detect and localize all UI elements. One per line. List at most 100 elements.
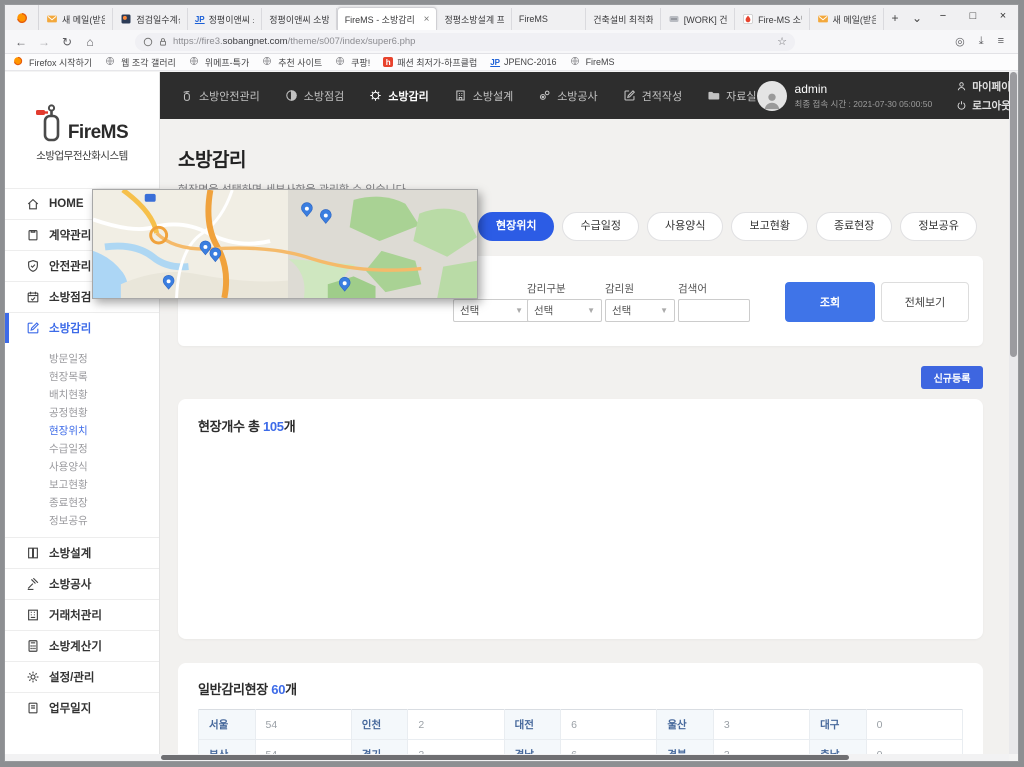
sidebar-subitem-종료현장[interactable]: 종료현장 bbox=[5, 493, 159, 511]
tab-pill-종료현장[interactable]: 종료현장 bbox=[816, 212, 892, 241]
reload-icon[interactable]: ↻ bbox=[59, 35, 75, 49]
browser-tab-3[interactable]: 정평이앤씨 소방안전 bbox=[262, 8, 336, 30]
building-card-icon bbox=[26, 608, 40, 622]
tab-label: 건축설비 최적화 시스 bbox=[593, 13, 652, 26]
tab-pill-사용양식[interactable]: 사용양식 bbox=[647, 212, 723, 241]
sidebar-item-소방감리[interactable]: 소방감리 bbox=[5, 312, 159, 343]
browser-tab-9[interactable]: Fire-MS 소방넷 bbox=[735, 8, 809, 30]
header-nav-소방공사[interactable]: 소방공사 bbox=[538, 88, 597, 104]
browser-tab-6[interactable]: FireMS bbox=[512, 8, 586, 30]
bookmark-item-7[interactable]: FireMS bbox=[570, 56, 615, 68]
sidebar-item-설정/관리[interactable]: 설정/관리 bbox=[5, 661, 159, 692]
header-nav-자료실[interactable]: 자료실 bbox=[707, 88, 756, 104]
sidebar-subitem-보고현황[interactable]: 보고현황 bbox=[5, 475, 159, 493]
new-tab-button[interactable]: + bbox=[884, 11, 906, 25]
filter-select-1[interactable]: 선택▼ bbox=[527, 299, 602, 322]
value-cell: 0 bbox=[866, 740, 962, 755]
header-nav-소방감리[interactable]: 소방감리 bbox=[369, 88, 428, 104]
browser-tab-8[interactable]: [WORK] 건축설비 bbox=[661, 8, 735, 30]
tab-pill-정보공유[interactable]: 정보공유 bbox=[900, 212, 976, 241]
filter-select-2[interactable]: 선택▼ bbox=[605, 299, 675, 322]
tab-pill-보고현황[interactable]: 보고현황 bbox=[731, 212, 807, 241]
search-button[interactable]: 조회 bbox=[785, 282, 875, 322]
sidebar-item-소방계산기[interactable]: 소방계산기 bbox=[5, 630, 159, 661]
header-nav-소방점검[interactable]: 소방점검 bbox=[285, 88, 344, 104]
gavel-icon bbox=[26, 577, 40, 591]
view-all-button[interactable]: 전체보기 bbox=[881, 282, 969, 322]
tab-bar: 새 메일(받은메일점검일수계산기JP정평이앤씨 소방정평이앤씨 소방안전Fire… bbox=[5, 5, 1018, 30]
app-logo[interactable]: FireMS 소방업무전산화시스템 bbox=[5, 72, 159, 188]
region-cell: 대전 bbox=[504, 710, 561, 740]
close-button[interactable]: × bbox=[988, 5, 1018, 27]
filter-select-0[interactable]: 선택▼ bbox=[453, 299, 530, 322]
browser-tab-2[interactable]: JP정평이앤씨 소방 bbox=[188, 8, 262, 30]
sidebar-subitem-수급일정[interactable]: 수급일정 bbox=[5, 439, 159, 457]
sidebar-subitem-공정현황[interactable]: 공정현황 bbox=[5, 403, 159, 421]
header-nav-견적작성[interactable]: 견적작성 bbox=[623, 88, 682, 104]
user-info[interactable]: admin 최종 접속 시간 : 2021-07-30 05:00:50 bbox=[757, 81, 933, 111]
globe-favicon bbox=[105, 56, 117, 68]
bookmark-item-6[interactable]: JPJPENC-2016 bbox=[490, 57, 556, 67]
avatar bbox=[757, 81, 787, 111]
pocket-icon[interactable]: ◎ bbox=[955, 35, 965, 48]
bookmark-item-0[interactable]: Firefox 시작하기 bbox=[13, 56, 92, 69]
sidebar-subitem-현장위치[interactable]: 현장위치 bbox=[5, 421, 159, 439]
vertical-scrollbar[interactable] bbox=[1009, 72, 1018, 754]
extinguisher-icon bbox=[180, 89, 193, 102]
sidebar-subitem-방문일정[interactable]: 방문일정 bbox=[5, 349, 159, 367]
new-register-button[interactable]: 신규등록 bbox=[921, 366, 983, 389]
sidebar-item-소방설계[interactable]: 소방설계 bbox=[5, 537, 159, 568]
firefox-icon[interactable] bbox=[5, 5, 39, 30]
table-row: 부산54경기2경남6경북3충남0 bbox=[199, 740, 963, 755]
browser-tab-0[interactable]: 새 메일(받은메일 bbox=[39, 8, 113, 30]
browser-tab-5[interactable]: 정평소방설계 프로그 bbox=[437, 8, 511, 30]
bookmark-item-4[interactable]: 쿠팡! bbox=[335, 56, 370, 69]
bookmark-item-1[interactable]: 웹 조각 갤러리 bbox=[105, 56, 176, 69]
header-nav-소방설계[interactable]: 소방설계 bbox=[454, 88, 513, 104]
minimize-button[interactable]: − bbox=[928, 5, 958, 27]
value-cell: 3 bbox=[713, 710, 809, 740]
browser-tab-4[interactable]: FireMS - 소방감리× bbox=[337, 7, 438, 30]
downloads-icon[interactable]: ⤓ bbox=[979, 35, 984, 48]
keyword-input[interactable] bbox=[678, 299, 750, 322]
bookmark-star-icon[interactable]: ☆ bbox=[777, 35, 787, 48]
chevron-down-icon: ▼ bbox=[587, 306, 595, 315]
sidebar-item-거래처관리[interactable]: 거래처관리 bbox=[5, 599, 159, 630]
sidebar-item-업무일지[interactable]: 업무일지 bbox=[5, 692, 159, 723]
sidebar-subitem-사용양식[interactable]: 사용양식 bbox=[5, 457, 159, 475]
halfclub-favicon: h bbox=[383, 57, 393, 67]
bookmark-item-5[interactable]: h패션 최저가-하프클럽 bbox=[383, 56, 477, 69]
map-overlay[interactable] bbox=[92, 189, 478, 299]
browser-tab-7[interactable]: 건축설비 최적화 시스 bbox=[586, 8, 660, 30]
header-nav-소방안전관리[interactable]: 소방안전관리 bbox=[180, 88, 260, 104]
horizontal-scrollbar-thumb[interactable] bbox=[161, 755, 849, 760]
folder-icon bbox=[707, 89, 720, 102]
lock-icon[interactable] bbox=[158, 37, 168, 47]
maximize-button[interactable]: □ bbox=[958, 5, 988, 27]
app-header: 소방안전관리 소방점검 소방감리 소방설계 소방공사 견적작성 자료실 admin 최종 접… bbox=[160, 72, 1009, 119]
menu-icon[interactable]: ≡ bbox=[998, 35, 1004, 48]
filter-label-감리원: 감리원 bbox=[605, 281, 634, 296]
sidebar-subitem-정보공유[interactable]: 정보공유 bbox=[5, 511, 159, 529]
bookmark-item-2[interactable]: 위메프-특가 bbox=[189, 56, 249, 69]
sidebar-subitem-배치현황[interactable]: 배치현황 bbox=[5, 385, 159, 403]
tab-pill-현장위치[interactable]: 현장위치 bbox=[478, 212, 554, 241]
tab-list-button[interactable]: ⌄ bbox=[906, 11, 928, 25]
tab-pill-수급일정[interactable]: 수급일정 bbox=[562, 212, 638, 241]
home-icon[interactable]: ⌂ bbox=[82, 35, 98, 49]
shield-permissions-icon[interactable] bbox=[143, 37, 153, 47]
back-icon[interactable]: ← bbox=[13, 35, 29, 49]
table-row: 서울54인천2대전6울산3대구0 bbox=[199, 710, 963, 740]
url-input[interactable]: https://fire3.sobangnet.com/theme/s007/i… bbox=[135, 33, 795, 51]
bookmark-item-3[interactable]: 추천 사이트 bbox=[262, 56, 322, 69]
jp-favicon: JP bbox=[195, 15, 205, 24]
browser-tab-1[interactable]: 점검일수계산기 bbox=[113, 8, 187, 30]
vertical-scrollbar-thumb[interactable] bbox=[1010, 72, 1017, 357]
sidebar-item-소방공사[interactable]: 소방공사 bbox=[5, 568, 159, 599]
horizontal-scrollbar[interactable] bbox=[5, 754, 1009, 761]
tab-label: [WORK] 건축설비 bbox=[684, 13, 727, 26]
forward-icon[interactable]: → bbox=[36, 35, 52, 49]
sidebar-subitem-현장목록[interactable]: 현장목록 bbox=[5, 367, 159, 385]
browser-tab-10[interactable]: 새 메일(받은메일 bbox=[810, 8, 884, 30]
tab-close-icon[interactable]: × bbox=[422, 14, 430, 25]
